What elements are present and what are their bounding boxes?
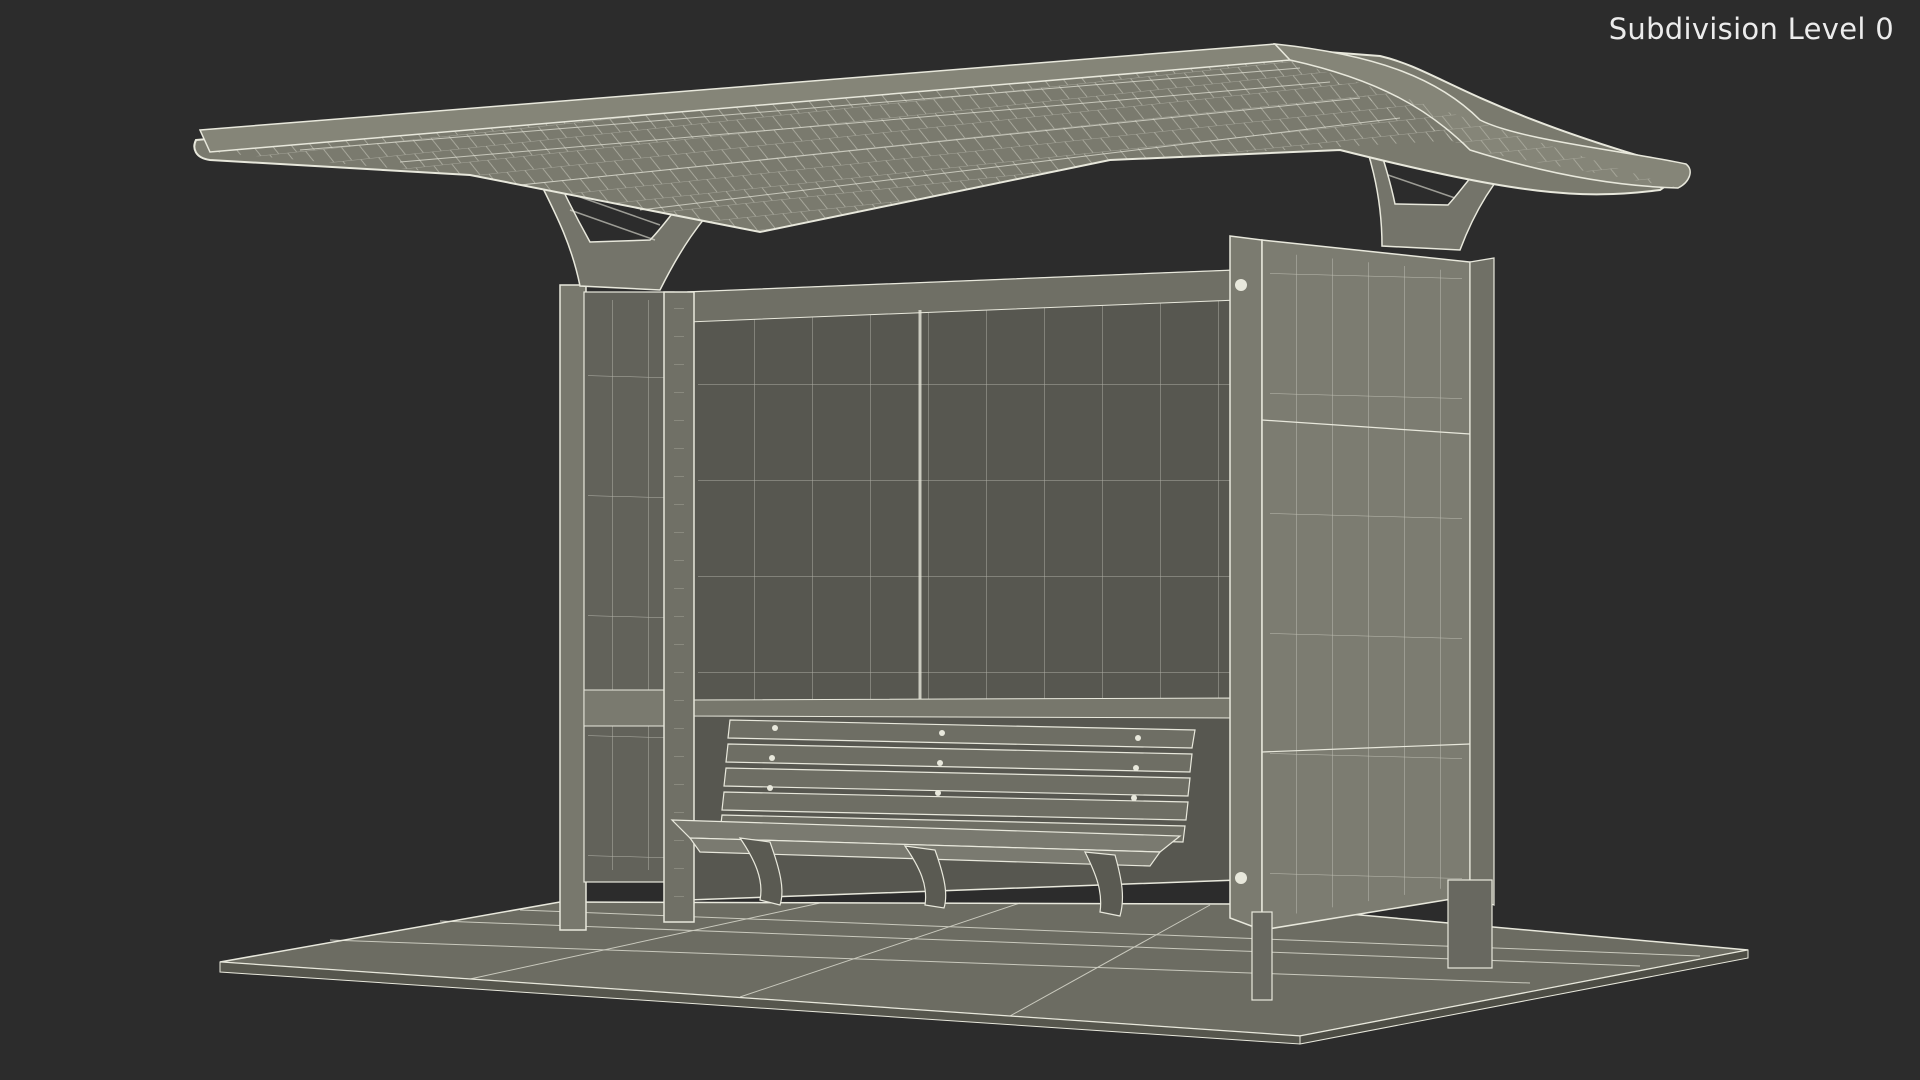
ad-panel	[1229, 235, 1495, 1001]
viewport: Subdivision Level 0	[0, 0, 1920, 1080]
left-side-wall	[559, 284, 695, 931]
shelter-render	[193, 43, 1749, 1045]
subdivision-level-label: Subdivision Level 0	[1608, 12, 1894, 46]
floor-slab	[219, 901, 1749, 1045]
